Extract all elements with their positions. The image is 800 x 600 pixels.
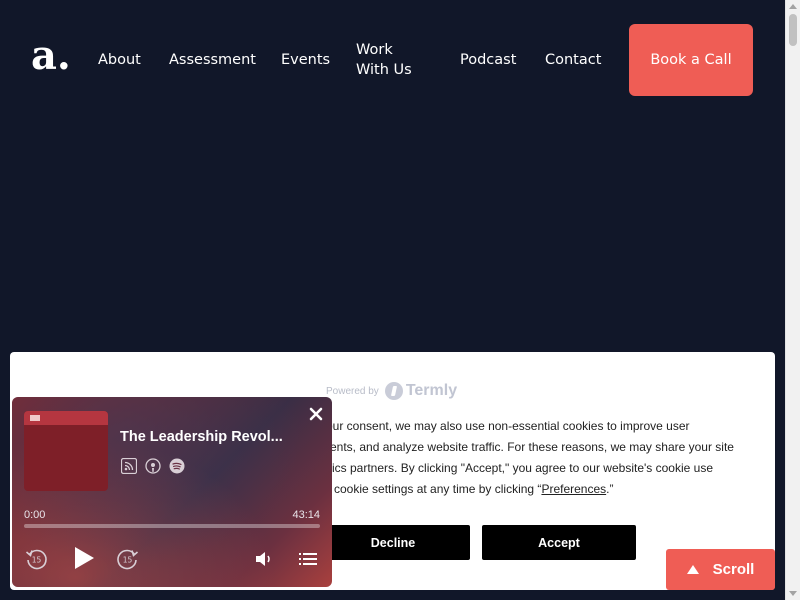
scroll-down-arrow-icon[interactable] [789,591,797,596]
termly-brand: Termly [405,382,458,399]
cookie-message-line: lytics partners. By clicking "Accept," y… [320,461,713,475]
apple-podcasts-icon[interactable] [145,458,161,474]
episode-title: The Leadership Revol... [120,429,283,445]
book-a-call-button[interactable]: Book a Call [629,24,753,96]
cookie-message-text: ur cookie settings at any time by clicki… [320,482,542,496]
nav-events[interactable]: Events [281,50,330,70]
cookie-message: your consent, we may also use non-essent… [320,416,760,500]
rss-icon[interactable] [121,458,137,474]
skip-forward-15-icon[interactable]: 15 [116,547,140,571]
play-icon[interactable] [72,545,96,571]
scroll-up-arrow-icon[interactable] [789,4,797,9]
powered-by-termly[interactable]: Powered by Termly [326,382,457,400]
nav-work-with-us[interactable]: Work With Us [356,40,418,80]
accept-button[interactable]: Accept [482,525,636,560]
powered-by-label: Powered by [326,385,379,397]
close-icon[interactable] [308,406,324,422]
scrollbar-thumb[interactable] [789,14,797,46]
nav-about[interactable]: About [98,50,141,70]
svg-text:15: 15 [32,556,42,565]
podcast-player: The Leadership Revol... 0:00 43:14 15 15 [12,397,332,587]
decline-button[interactable]: Decline [316,525,470,560]
cover-art-badge [30,415,40,421]
episode-cover-art [24,411,108,491]
cookie-message-line: ur cookie settings at any time by clicki… [320,479,760,500]
nav-contact[interactable]: Contact [545,50,601,70]
volume-icon[interactable] [255,551,273,567]
nav-assessment[interactable]: Assessment [169,50,256,70]
svg-text:a.: a. [31,38,71,74]
spotify-icon[interactable] [169,458,185,474]
duration: 43:14 [292,509,320,521]
termly-logo-icon [384,382,403,400]
logo-icon[interactable]: a. [31,38,73,74]
svg-text:15: 15 [123,556,133,565]
playlist-icon[interactable] [299,551,317,567]
page-scrollbar[interactable] [785,0,800,600]
preferences-link[interactable]: Preferences [541,482,606,496]
cookie-message-end: .” [606,482,614,496]
current-time: 0:00 [24,509,46,521]
nav-podcast[interactable]: Podcast [460,50,516,70]
scroll-button-label: Scroll [712,561,755,578]
progress-bar[interactable] [24,524,320,528]
skip-back-15-icon[interactable]: 15 [24,547,48,571]
scroll-button[interactable]: Scroll [666,549,775,590]
site-header: a. About Assessment Events Work With Us … [0,0,785,120]
subscribe-icons [121,458,185,474]
cookie-message-line: ments, and analyze website traffic. For … [320,440,734,454]
cookie-message-line: your consent, we may also use non-essent… [320,419,690,433]
arrow-up-icon [686,565,699,574]
